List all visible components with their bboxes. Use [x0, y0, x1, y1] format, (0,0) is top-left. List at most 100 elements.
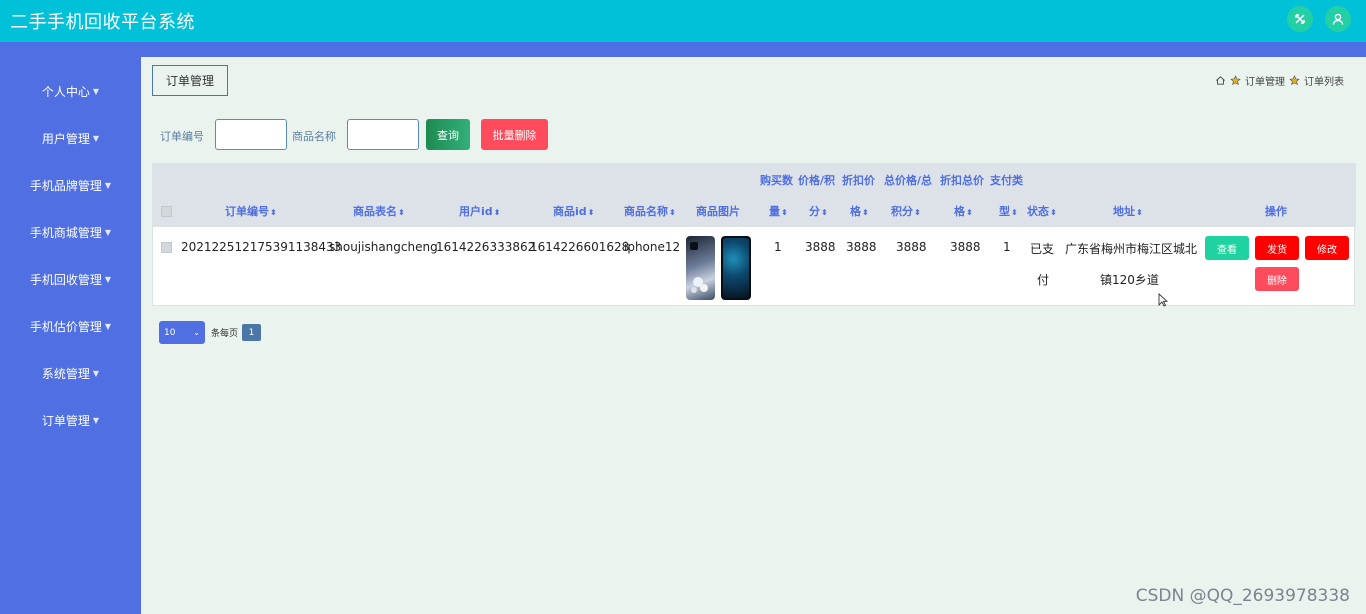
chevron-down-icon: ▼ — [104, 274, 112, 284]
page-size-value: 10 — [164, 327, 176, 338]
breadcrumb-item[interactable]: 订单管理 — [1245, 73, 1285, 88]
cell-order-no: 20212251217539113843​3 — [181, 240, 342, 254]
th-order-no[interactable]: 订单编号⬍ — [225, 196, 277, 228]
th-product-id[interactable]: 商品id⬍ — [553, 196, 594, 228]
sort-icon: ⬍ — [821, 208, 828, 217]
sidebar-item-valuation-management[interactable]: 手机估价管理 ▼ — [0, 316, 141, 336]
sort-icon: ⬍ — [1011, 208, 1018, 217]
sidebar-item-brand-management[interactable]: 手机品牌管理 ▼ — [0, 175, 141, 195]
cell-discount-total: 3888 — [950, 240, 981, 254]
th-discount-total: 折扣总价 — [940, 174, 984, 187]
sidebar-item-order-management[interactable]: 订单管理 ▼ — [0, 410, 141, 430]
chevron-down-icon: ▼ — [92, 133, 100, 143]
th-discount-price-2[interactable]: 格⬍ — [850, 196, 869, 228]
select-all-checkbox[interactable] — [161, 206, 172, 217]
th-quantity-2[interactable]: 量⬍ — [769, 196, 788, 228]
sidebar-item-system-management[interactable]: 系统管理 ▼ — [0, 363, 141, 383]
chevron-down-icon: ▼ — [104, 321, 112, 331]
breadcrumb: 订单管理 订单列表 — [1215, 73, 1344, 88]
edit-button[interactable]: 修改 — [1305, 236, 1349, 260]
ship-button[interactable]: 发货 — [1255, 236, 1299, 260]
th-total-price-2[interactable]: 积分⬍ — [891, 196, 921, 228]
star-icon — [1289, 75, 1300, 85]
sort-icon: ⬍ — [914, 208, 921, 217]
th-pay-type-2[interactable]: 型⬍ — [999, 196, 1018, 228]
order-no-input[interactable] — [215, 119, 287, 150]
cell-address: 广东省梅州市梅江区城北 — [1065, 242, 1198, 256]
pagination: 10 ⌄ 条每页 1 — [159, 321, 262, 344]
page-size-select[interactable]: 10 ⌄ — [159, 321, 205, 344]
sidebar-item-mall-management[interactable]: 手机商城管理 ▼ — [0, 222, 141, 242]
sidebar-item-label: 手机估价管理 — [29, 319, 102, 334]
row-checkbox[interactable] — [161, 242, 172, 253]
mouse-cursor-icon — [1158, 293, 1168, 307]
cell-user-id: 1614226333862 — [436, 240, 536, 254]
chevron-down-icon: ▼ — [92, 86, 100, 96]
th-product-name[interactable]: 商品名称⬍ — [624, 196, 676, 228]
user-icon[interactable] — [1325, 6, 1351, 32]
sort-icon: ⬍ — [966, 208, 973, 217]
cell-product-name: iphone12 — [624, 240, 681, 254]
sidebar-item-label: 手机商城管理 — [29, 225, 102, 240]
breadcrumb-item: 订单列表 — [1304, 77, 1344, 88]
cell-total-price: 3888 — [896, 240, 927, 254]
th-discount-total-2[interactable]: 格⬍ — [954, 196, 973, 228]
watermark: CSDN @QQ_2693978338 — [1135, 586, 1350, 606]
cell-quantity: 1 — [774, 240, 782, 254]
top-bar: 二手手机回收平台系统 — [0, 0, 1366, 42]
table-header: 订单编号⬍ 商品表名⬍ 用户id⬍ 商品id⬍ 商品名称⬍ 商品图片 购买数 量… — [153, 164, 1356, 227]
sidebar: 个人中心 ▼ 用户管理 ▼ 手机品牌管理 ▼ 手机商城管理 ▼ 手机回收管理 ▼ 手机估价… — [0, 57, 141, 614]
swap-icon[interactable] — [1287, 6, 1313, 32]
cell-price: 3888 — [805, 240, 836, 254]
sidebar-item-label: 系统管理 — [41, 366, 90, 381]
product-name-input[interactable] — [347, 119, 419, 150]
sidebar-item-label: 用户管理 — [41, 131, 90, 146]
cell-product-id: 1614226601628 — [530, 240, 630, 254]
sidebar-item-label: 订单管理 — [41, 413, 90, 428]
section-title-button[interactable]: 订单管理 — [152, 65, 228, 96]
sidebar-item-user-management[interactable]: 用户管理 ▼ — [0, 128, 141, 148]
th-price: 价格/积 — [798, 174, 836, 187]
chevron-down-icon: ▼ — [92, 368, 100, 378]
th-status[interactable]: 状态⬍ — [1027, 196, 1057, 228]
sort-icon: ⬍ — [1050, 208, 1057, 217]
chevron-down-icon: ▼ — [92, 415, 100, 425]
th-user-id[interactable]: 用户id⬍ — [459, 196, 500, 228]
sort-icon: ⬍ — [587, 208, 595, 217]
product-image-back[interactable] — [686, 236, 715, 300]
th-price-2[interactable]: 分⬍ — [809, 196, 828, 228]
cell-discount-price: 3888 — [846, 240, 877, 254]
view-button[interactable]: 查看 — [1205, 236, 1249, 260]
sort-icon: ⬍ — [398, 208, 405, 217]
product-name-label: 商品名称 — [292, 130, 336, 143]
per-page-label: 条每页 — [211, 329, 239, 339]
sidebar-item-recycle-management[interactable]: 手机回收管理 ▼ — [0, 269, 141, 289]
batch-delete-button[interactable]: 批量删除 — [481, 119, 548, 150]
th-pay-type: 支付类 — [990, 174, 1023, 187]
cell-status-cont: 付 — [1037, 273, 1050, 287]
page-button[interactable]: 1 — [242, 324, 262, 341]
th-quantity: 购买数 — [760, 174, 793, 187]
sort-icon: ⬍ — [669, 208, 676, 217]
header-strip — [0, 42, 1366, 57]
th-product-image: 商品图片 — [696, 205, 740, 218]
main-content: 订单管理 订单管理 订单列表 订单编号 商品名称 查询 批量删除 订单编号⬍ 商… — [141, 57, 1366, 614]
chevron-down-icon: ▼ — [104, 227, 112, 237]
cell-status: 已支 — [1030, 242, 1055, 256]
home-icon — [1216, 76, 1225, 85]
sort-icon: ⬍ — [862, 208, 869, 217]
cell-pay-type: 1 — [1003, 240, 1011, 254]
th-table-name[interactable]: 商品表名⬍ — [353, 196, 405, 228]
sidebar-item-personal-center[interactable]: 个人中心 ▼ — [0, 81, 141, 101]
th-total-price: 总价格/总 — [884, 174, 933, 187]
cell-table-name: shoujishangcheng — [329, 240, 438, 254]
sort-icon: ⬍ — [781, 208, 788, 217]
sidebar-item-label: 个人中心 — [41, 84, 90, 99]
delete-button[interactable]: 删除 — [1255, 267, 1299, 291]
th-address[interactable]: 地址⬍ — [1113, 196, 1143, 228]
product-image-front[interactable] — [721, 236, 751, 300]
sort-icon: ⬍ — [1136, 208, 1143, 217]
chevron-down-icon: ▼ — [104, 180, 112, 190]
sort-icon: ⬍ — [270, 208, 277, 217]
query-button[interactable]: 查询 — [426, 119, 470, 150]
